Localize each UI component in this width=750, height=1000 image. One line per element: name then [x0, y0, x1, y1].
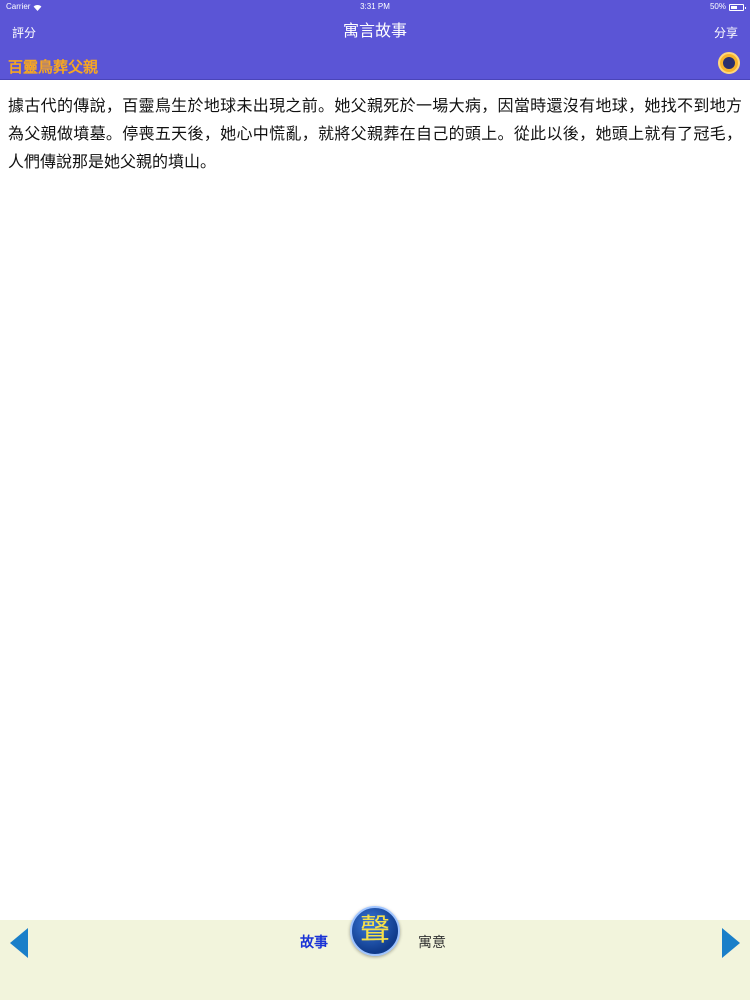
battery-percent: 50%: [709, 2, 726, 11]
author-icon-inner: [723, 57, 735, 69]
footer-toolbar: 故事 聲 寓意: [0, 906, 750, 1000]
next-arrow-icon[interactable]: [722, 928, 740, 958]
status-right: 50%: [709, 0, 746, 14]
story-title: 百靈鳥葬父親: [8, 58, 99, 76]
story-body: 據古代的傳說，百靈鳥生於地球未出現之前。她父親死於一場大病，因當時還沒有地球，她…: [8, 96, 742, 171]
header: Carrier 3:31 PM 50% 評分 寓言故事 分享 百靈鳥葬父親: [0, 0, 750, 80]
sound-button[interactable]: 聲: [350, 906, 400, 956]
share-button[interactable]: 分享: [714, 24, 738, 41]
battery-icon: [729, 3, 746, 11]
sound-button-label: 聲: [360, 913, 390, 948]
author-icon[interactable]: [718, 52, 740, 74]
status-bar: Carrier 3:31 PM 50%: [0, 0, 750, 14]
tab-story[interactable]: 故事: [300, 932, 328, 952]
previous-arrow-icon[interactable]: [10, 928, 28, 958]
battery-fill: [731, 5, 737, 9]
tab-moral[interactable]: 寓意: [418, 932, 446, 952]
app-title: 寓言故事: [342, 21, 407, 40]
status-time: 3:31 PM: [360, 2, 390, 11]
